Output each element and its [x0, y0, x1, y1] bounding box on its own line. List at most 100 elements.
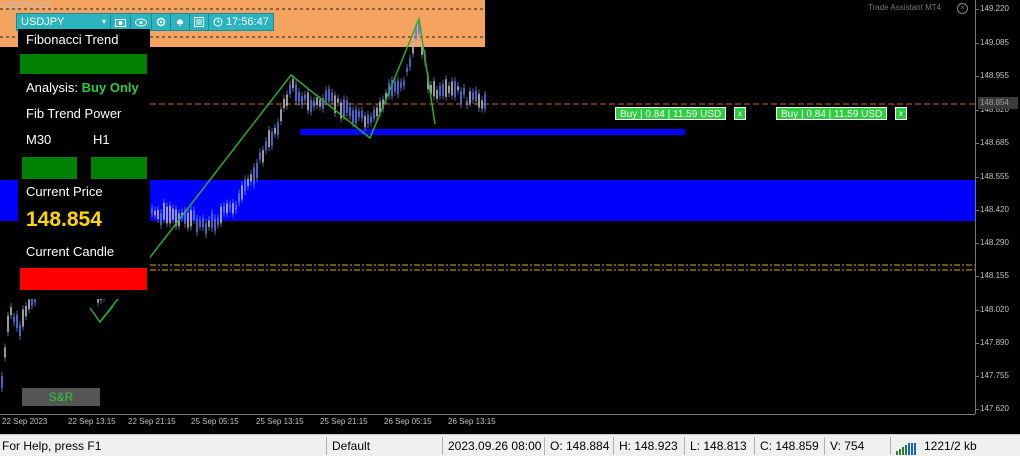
candle-body — [229, 204, 231, 209]
candle-body — [349, 106, 351, 116]
current-price-label: Current Price — [26, 184, 103, 199]
camera-icon[interactable] — [111, 14, 131, 30]
price-tick: 148.420 — [975, 205, 1009, 214]
candle-body — [166, 206, 168, 224]
candle-body — [412, 43, 414, 54]
candle-body — [19, 325, 21, 337]
candle-body — [319, 99, 321, 107]
buy-tag-close-button[interactable]: x — [734, 107, 746, 120]
tf-h1-label: H1 — [93, 132, 110, 147]
candle-body — [463, 87, 465, 95]
candle-body — [460, 91, 462, 105]
candle-body — [400, 82, 402, 88]
candle-body — [451, 81, 453, 96]
candle-body — [316, 97, 318, 106]
sr-button[interactable]: S&R — [22, 388, 100, 406]
candle-body — [364, 115, 366, 128]
candle-body — [457, 86, 459, 91]
symbol-select[interactable]: USDJPY ▾ — [17, 14, 111, 30]
candle-body — [16, 314, 18, 329]
candle-body — [454, 81, 456, 97]
candle-body — [256, 162, 258, 179]
candle-body — [328, 88, 330, 102]
eye-icon[interactable] — [131, 14, 152, 30]
candle-body — [172, 208, 174, 220]
candle-body — [376, 107, 378, 117]
candle-body — [361, 110, 363, 119]
candle-body — [265, 141, 267, 151]
candle-body — [7, 315, 9, 332]
status-high: H: 148.923 — [619, 439, 678, 453]
connection-icon[interactable] — [896, 440, 918, 455]
analysis-row: Analysis: Buy Only — [26, 80, 139, 95]
current-candle-label: Current Candle — [26, 244, 115, 259]
candle-body — [187, 212, 189, 228]
status-close: C: 148.859 — [760, 439, 819, 453]
status-separator — [442, 437, 443, 455]
bell-icon[interactable] — [171, 14, 190, 30]
candle-body — [274, 127, 276, 134]
candle-body — [247, 178, 249, 187]
chart-area[interactable]: USDJPY,M15 Trade Assistant MT4 × USDJPY … — [0, 0, 975, 414]
candle-body — [283, 98, 285, 109]
candle-body — [475, 90, 477, 102]
price-tick: 148.155 — [975, 271, 1009, 280]
clock-icon — [213, 17, 223, 27]
settings-icon[interactable] — [152, 14, 171, 30]
candle-body — [151, 208, 153, 214]
candle-body — [409, 58, 411, 67]
status-volume: V: 754 — [830, 439, 865, 453]
candle-body — [13, 317, 15, 323]
buy-order-tag[interactable]: Buy | 0.84 | 11.59 USD — [615, 107, 727, 120]
status-open: O: 148.884 — [550, 439, 610, 453]
price-axis[interactable]: 149.220 149.085 148.955 148.820 148.685 … — [975, 0, 1020, 414]
panel-title: Fibonacci Trend — [26, 32, 119, 47]
candle-body — [268, 130, 270, 148]
candle-body — [478, 93, 480, 108]
list-icon[interactable] — [190, 14, 209, 30]
candle-body — [196, 218, 198, 233]
candle-body — [352, 110, 354, 123]
time-tick: 22 Sep 2023 — [2, 417, 48, 426]
status-separator — [613, 437, 614, 455]
candle-body — [325, 90, 327, 102]
candle-body — [28, 299, 30, 310]
candle-body — [337, 98, 339, 103]
zigzag-line — [99, 16, 436, 323]
candle-body — [163, 202, 165, 220]
status-help: For Help, press F1 — [2, 439, 102, 453]
status-profile[interactable]: Default — [332, 435, 370, 456]
buy-order-tag[interactable]: Buy | 0.84 | 11.59 USD — [776, 107, 888, 120]
symbol-label: USDJPY — [21, 16, 65, 28]
candle-body — [298, 91, 300, 103]
price-tick: 147.755 — [975, 371, 1009, 380]
time-tick: 26 Sep 13:15 — [448, 417, 496, 426]
candle-body — [238, 193, 240, 203]
candle-body — [211, 213, 213, 228]
candle-body — [307, 92, 309, 111]
candle-body — [466, 100, 468, 106]
buy-tag-close-button[interactable]: x — [895, 107, 907, 120]
candle-body — [355, 109, 357, 124]
candle-body — [235, 204, 237, 211]
zigzag-secondary — [290, 74, 371, 139]
chart-symbol-title: USDJPY,M15 — [2, 1, 51, 10]
price-tick: 147.620 — [975, 404, 1009, 413]
candle-body — [241, 185, 243, 200]
status-traffic: 1221/2 kb — [924, 439, 977, 453]
candle-body — [250, 174, 252, 182]
candle-body — [193, 210, 195, 220]
candle-body — [346, 100, 348, 113]
candle-body — [439, 85, 441, 97]
status-separator — [824, 437, 825, 455]
candle-body — [403, 80, 405, 86]
candle-body — [484, 94, 486, 109]
candle-body — [367, 114, 369, 124]
status-separator — [326, 437, 327, 455]
status-separator — [754, 437, 755, 455]
candle-body — [436, 89, 438, 99]
price-tick: 149.085 — [975, 38, 1009, 47]
time-axis[interactable]: 22 Sep 2023 22 Sep 13:15 22 Sep 21:15 25… — [0, 414, 975, 434]
candle-body — [301, 96, 303, 105]
close-icon[interactable]: × — [957, 3, 968, 14]
